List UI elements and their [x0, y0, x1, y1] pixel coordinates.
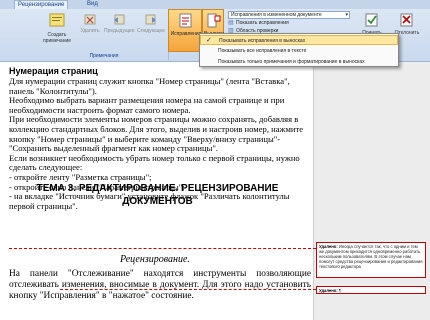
balloons-dropdown-menu: ✓ Показывать исправления в выносках Пока…: [199, 33, 399, 67]
previous-label: Предыдущее: [104, 28, 135, 34]
tab-review[interactable]: Рецензирование: [14, 0, 69, 9]
accept-icon: [365, 13, 378, 27]
section-heading: Нумерация страниц: [9, 66, 98, 76]
show-markup-icon: ▤: [228, 20, 234, 26]
note-icon: [49, 13, 65, 27]
paragraph: На панели "Отслеживание" находятся инстр…: [9, 269, 311, 301]
delete-label: Удалить: [80, 28, 100, 34]
next-note-icon: [145, 14, 156, 25]
balloon-text: ¶: [338, 288, 342, 293]
revision-balloon[interactable]: Удалено: ¶: [316, 286, 426, 294]
show-markup-button[interactable]: ▤ Показать исправления: [228, 20, 328, 27]
revision-balloon[interactable]: Удалено: Иногда случается так, что с одн…: [316, 242, 426, 278]
balloon-label: Удалено:: [319, 288, 338, 293]
balloons-icon: [207, 13, 221, 28]
notes-group-caption: Примечания: [89, 53, 119, 59]
menu-item-show-in-balloons[interactable]: ✓ Показывать исправления в выносках: [200, 35, 398, 45]
chevron-down-icon: ▾: [345, 12, 348, 18]
track-changes-label: Исправления: [170, 31, 202, 37]
menu-item-comments-formatting[interactable]: Показывать только примечания и форматиро…: [200, 57, 398, 67]
menu-item-label: Показывать исправления в выносках: [219, 38, 306, 44]
paragraph: Необходимо выбрать вариант размещения но…: [9, 95, 285, 115]
next-label: Следующее: [137, 28, 165, 34]
previous-note-icon: [114, 14, 125, 25]
tab-view[interactable]: Вид: [84, 0, 101, 9]
chapter-title: ТЕМА 3. РЕДАКТИРОВАНИЕ. РЕЦЕНЗИРОВАНИЕ Д…: [36, 183, 279, 207]
track-changes-icon: [179, 13, 192, 28]
menu-item-label: Показывать все исправления в тексте: [218, 48, 307, 54]
paragraph: Для нумерации страниц служит кнопка "Ном…: [9, 76, 290, 96]
revision-connector: [60, 289, 316, 290]
next-note-button[interactable]: Следующее: [136, 14, 166, 34]
delete-note-button[interactable]: Удалить: [78, 14, 102, 34]
display-for-review-select[interactable]: Исправления в измененном документе ▾: [228, 11, 350, 19]
create-note-label: Создать примечание: [42, 32, 72, 44]
markup-margin: [313, 62, 430, 320]
paragraph: При необходимости элементы номеров стран…: [9, 114, 304, 154]
paragraph: Если возникнет необходимость убрать номе…: [9, 152, 300, 173]
checkmark-icon: ✓: [206, 37, 212, 44]
display-for-review-value: Исправления в измененном документе: [231, 12, 322, 18]
reject-icon: [400, 13, 413, 27]
ribbon-tabs: Рецензирование Вид: [0, 0, 430, 9]
menu-item-show-inline[interactable]: Показывать все исправления в тексте: [200, 46, 398, 56]
menu-item-label: Показывать только примечания и форматиро…: [218, 59, 365, 65]
subtitle: Рецензирование.: [120, 254, 190, 265]
show-markup-label: Показать исправления: [236, 20, 289, 26]
delete-note-icon: [84, 14, 96, 25]
create-note-button[interactable]: Создать примечание: [40, 12, 74, 44]
revision-connector: [9, 248, 316, 249]
previous-note-button[interactable]: Предыдущее: [104, 14, 135, 34]
track-changes-button[interactable]: Исправления: [168, 9, 202, 52]
